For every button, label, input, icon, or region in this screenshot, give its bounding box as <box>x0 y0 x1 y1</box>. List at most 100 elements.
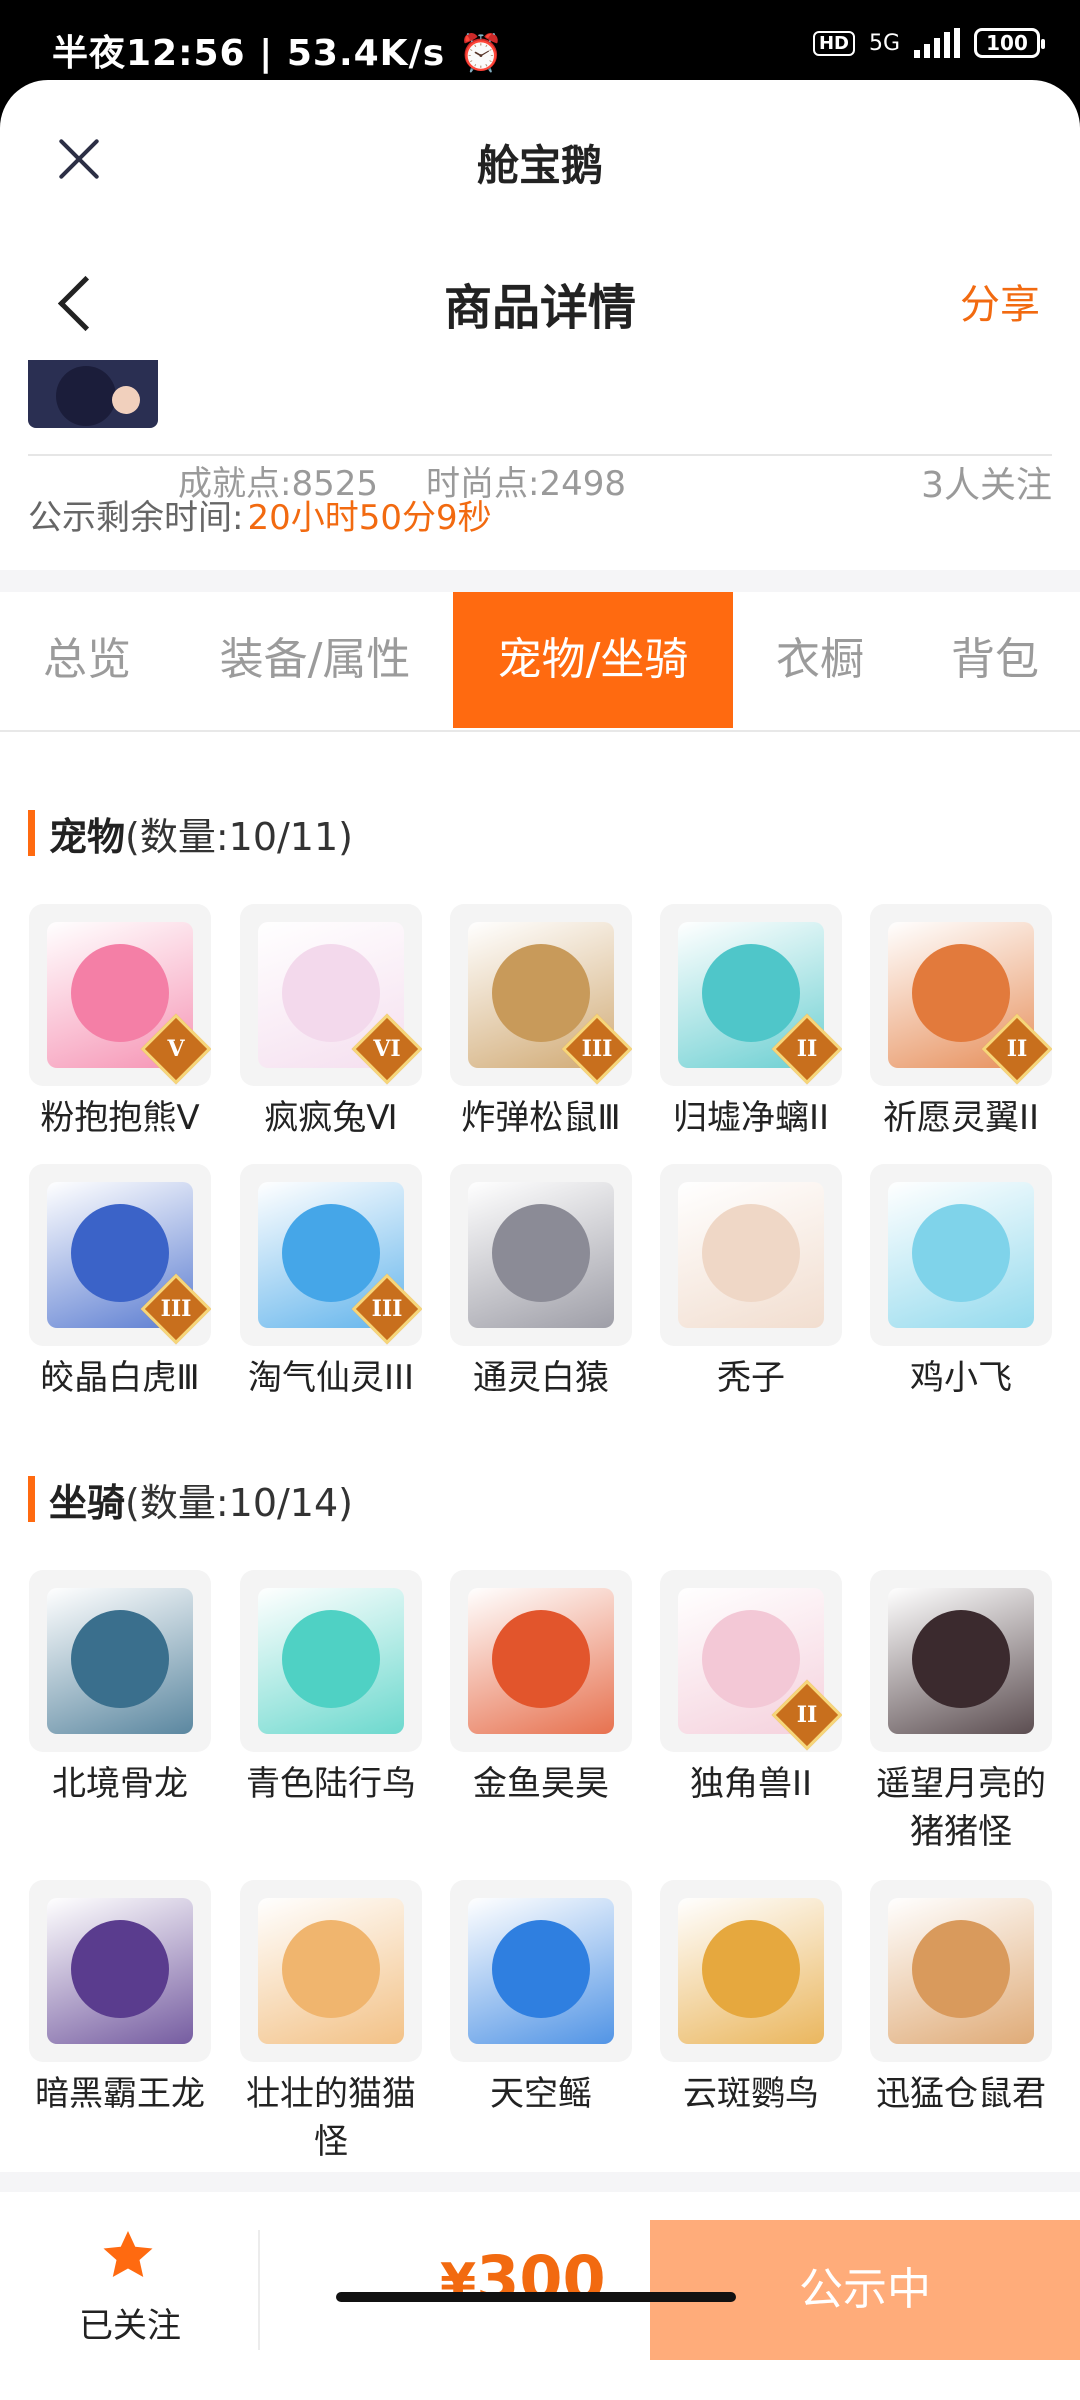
mount-item[interactable]: 金鱼昊昊 <box>441 1570 641 1808</box>
mounts-title: 坐骑 <box>49 1480 126 1525</box>
tab-pets-mounts[interactable]: 宠物/坐骑 <box>453 592 733 728</box>
publicity-timer: 公示剩余时间: 20小时50分9秒 <box>28 490 492 539</box>
alarm-icon: ⏰ <box>458 33 505 74</box>
page-title: 商品详情 <box>443 280 636 336</box>
item-thumbnail <box>660 1164 842 1346</box>
mount-item[interactable]: 天空鳐 <box>441 1880 641 2118</box>
mount-item[interactable]: II 独角兽II <box>651 1570 851 1808</box>
publicity-remaining: 20小时50分9秒 <box>247 498 492 538</box>
item-thumbnail <box>870 1164 1052 1346</box>
signal-icon <box>914 28 960 58</box>
share-button[interactable]: 分享 <box>960 272 1040 330</box>
avatar <box>28 360 158 428</box>
item-name: 壮壮的猫猫怪 <box>246 2074 416 2162</box>
item-name: 青色陆行鸟 <box>246 1764 416 1804</box>
mount-item[interactable]: 北境骨龙 <box>20 1570 220 1808</box>
item-name: 祈愿灵翼II <box>882 1098 1040 1138</box>
item-image <box>468 1898 614 2044</box>
item-thumbnail <box>29 1880 211 2062</box>
pet-item[interactable]: 秃子 <box>651 1164 851 1402</box>
item-name: 炸弹松鼠Ⅲ <box>461 1098 621 1138</box>
mount-item[interactable]: 遥望月亮的猪猪怪 <box>861 1570 1061 1856</box>
section-gap <box>0 570 1080 592</box>
item-thumbnail <box>240 1880 422 2062</box>
item-image <box>258 1588 404 1734</box>
tab-overview[interactable]: 总览 <box>22 592 152 728</box>
item-image <box>888 1898 1034 2044</box>
divider <box>28 454 1052 456</box>
item-thumbnail <box>870 1880 1052 2062</box>
pets-count: (数量:10/11) <box>125 814 353 859</box>
item-name: 淘气仙灵III <box>247 1358 415 1398</box>
item-name: 迅猛仓鼠君 <box>876 2074 1046 2114</box>
star-icon <box>103 2231 153 2277</box>
pet-item[interactable]: 通灵白猿 <box>441 1164 641 1402</box>
item-thumbnail <box>29 1570 211 1752</box>
tab-backpack[interactable]: 背包 <box>920 592 1070 728</box>
follow-button[interactable]: 已关注 <box>40 2220 220 2360</box>
item-image <box>468 1182 614 1328</box>
pet-item[interactable]: II 归墟净螭II <box>651 904 851 1142</box>
item-image <box>468 1588 614 1734</box>
mount-item[interactable]: 暗黑霸王龙 <box>20 1880 220 2118</box>
publicity-label: 公示剩余时间: <box>28 498 244 538</box>
pet-item[interactable]: III 皎晶白虎Ⅲ <box>20 1164 220 1402</box>
pet-item[interactable]: VI 疯疯兔Ⅵ <box>231 904 431 1142</box>
pet-item[interactable]: II 祈愿灵翼II <box>861 904 1061 1142</box>
follow-label: 已关注 <box>79 2306 181 2346</box>
publicity-status-button[interactable]: 公示中 <box>650 2220 1080 2360</box>
item-thumbnail: II <box>660 904 842 1086</box>
mount-item[interactable]: 青色陆行鸟 <box>231 1570 431 1808</box>
item-thumbnail: II <box>660 1570 842 1752</box>
seller-profile: 成就点:8525 时尚点:2498 3人关注 <box>0 360 1080 506</box>
item-image <box>888 1182 1034 1328</box>
mini-app-header: 舱宝鹅 <box>0 80 1080 240</box>
pet-item[interactable]: III 淘气仙灵III <box>231 1164 431 1402</box>
clock: 半夜12:56 <box>52 33 246 74</box>
pet-item[interactable]: 鸡小飞 <box>861 1164 1061 1402</box>
page-header: 商品详情 分享 <box>0 250 1080 360</box>
bottom-action-bar: 已关注 ¥300 公示中 <box>0 2220 1080 2360</box>
bottom-gap <box>0 2172 1080 2192</box>
price: ¥300 <box>440 2242 606 2315</box>
item-name: 鸡小飞 <box>910 1358 1012 1398</box>
status-left: 半夜12:56 | 53.4K/s ⏰ <box>52 24 505 76</box>
item-name: 北境骨龙 <box>52 1764 188 1804</box>
mount-item[interactable]: 云斑鹦鸟 <box>651 1880 851 2118</box>
divider <box>258 2230 260 2350</box>
tab-wardrobe[interactable]: 衣橱 <box>748 592 892 728</box>
mount-item[interactable]: 迅猛仓鼠君 <box>861 1880 1061 2118</box>
item-thumbnail <box>450 1880 632 2062</box>
section-marker <box>28 810 35 856</box>
item-image <box>678 1898 824 2044</box>
section-marker <box>28 1476 35 1522</box>
net-speed: 53.4K/s <box>286 33 446 74</box>
mount-item[interactable]: 壮壮的猫猫怪 <box>231 1880 431 2166</box>
mounts-section-title: 坐骑 (数量:10/14) <box>28 1474 353 1525</box>
item-thumbnail: V <box>29 904 211 1086</box>
item-image <box>47 1898 193 2044</box>
item-name: 天空鳐 <box>490 2074 592 2114</box>
item-name: 金鱼昊昊 <box>473 1764 609 1804</box>
item-thumbnail <box>450 1570 632 1752</box>
pets-section-title: 宠物 (数量:10/11) <box>28 808 353 859</box>
home-indicator <box>336 2292 736 2302</box>
item-name: 粉抱抱熊Ⅴ <box>40 1098 200 1138</box>
item-name: 暗黑霸王龙 <box>35 2074 205 2114</box>
item-name: 疯疯兔Ⅵ <box>264 1098 398 1138</box>
pet-item[interactable]: V 粉抱抱熊Ⅴ <box>20 904 220 1142</box>
mounts-count: (数量:10/14) <box>125 1480 353 1525</box>
item-image <box>678 1182 824 1328</box>
item-thumbnail <box>870 1570 1052 1752</box>
item-thumbnail: III <box>450 904 632 1086</box>
status-right: HD 5G 100 <box>812 28 1045 58</box>
tab-bar: 总览 装备/属性 宠物/坐骑 衣橱 背包 <box>0 592 1080 732</box>
battery-icon: 100 <box>974 28 1045 58</box>
pet-item[interactable]: III 炸弹松鼠Ⅲ <box>441 904 641 1142</box>
item-name: 独角兽II <box>689 1764 813 1804</box>
item-thumbnail: II <box>870 904 1052 1086</box>
item-image <box>888 1588 1034 1734</box>
item-thumbnail: III <box>240 1164 422 1346</box>
tab-equipment[interactable]: 装备/属性 <box>190 592 440 728</box>
item-image <box>47 1588 193 1734</box>
